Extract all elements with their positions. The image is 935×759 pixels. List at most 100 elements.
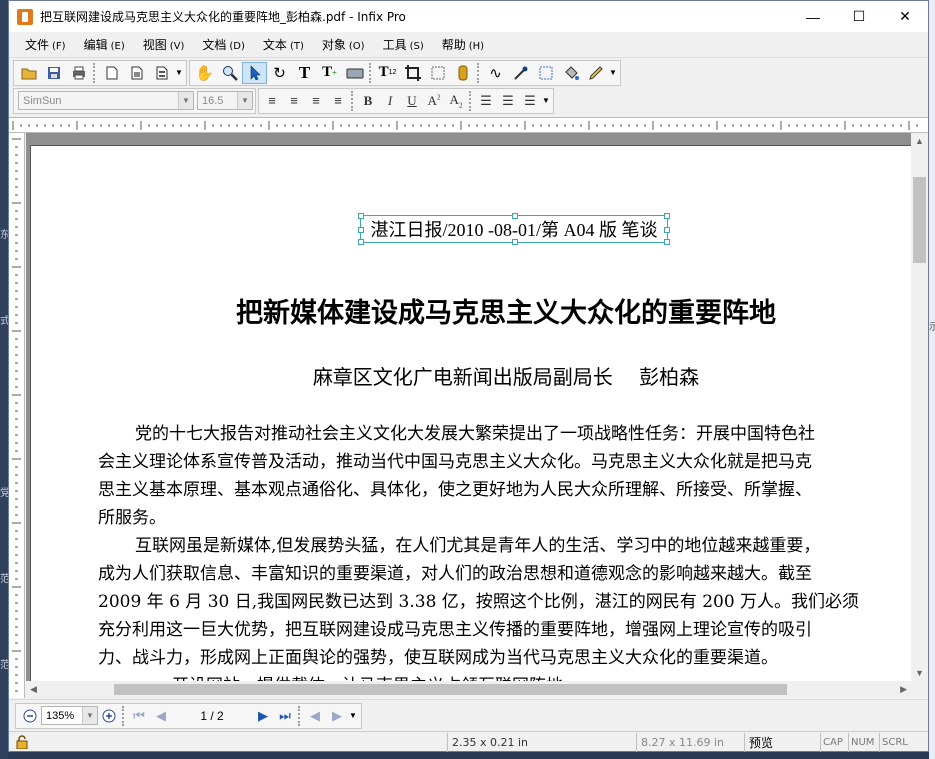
hand-tool-icon[interactable]: ✋ [192, 62, 217, 84]
underline-icon[interactable]: U [401, 90, 423, 112]
scanner-icon[interactable] [342, 62, 367, 84]
vertical-scroll-thumb[interactable] [913, 177, 926, 263]
zoom-out-icon[interactable] [19, 705, 41, 727]
zoom-in-icon[interactable] [98, 705, 120, 727]
scroll-right-arrow-icon[interactable]: ▶ [900, 684, 907, 695]
select-arrow-icon[interactable] [242, 61, 267, 84]
body-line: 开设网站，提供载体，让马克思主义占领互联网阵地。 [98, 672, 898, 681]
menu-file[interactable]: 文件 (F) [15, 36, 74, 53]
pdf-page: 湛江日报/2010 -08-01/第 A04 版 笔谈 把新媒体建设成马克思主义… [30, 145, 911, 681]
menu-text[interactable]: 文本 (T) [253, 36, 312, 53]
back-arrow-icon[interactable]: ◀ [304, 705, 326, 727]
infix-app-icon [17, 8, 33, 25]
align-center-icon[interactable]: ≡ [283, 90, 305, 112]
horizontal-scroll-thumb[interactable] [114, 684, 787, 695]
resize-handle[interactable] [512, 239, 518, 245]
selection-box-icon[interactable] [533, 62, 558, 84]
resize-handle[interactable] [512, 213, 518, 219]
forward-arrow-icon[interactable]: ▶ [326, 705, 348, 727]
open-folder-icon[interactable] [16, 62, 41, 84]
save-icon[interactable] [41, 62, 66, 84]
close-button[interactable]: ✕ [882, 1, 928, 32]
font-size-select[interactable]: 16.5 ▼ [197, 91, 253, 110]
superscript-icon[interactable]: A2 [423, 90, 445, 112]
body-line: 思主义基本原理、基本观点通俗化、具体化，使之更好地为人民大众所理解、所接受、所掌… [98, 480, 812, 500]
zoom-select[interactable]: 135% ▼ [41, 706, 98, 725]
rotate-icon[interactable]: ↻ [267, 62, 292, 84]
body-line: 会主义理论体系宣传普及活动，推动当代中国马克思主义大众化。马克思主义大众化就是把… [98, 452, 812, 472]
line-spacing-medium-icon[interactable]: ☰ [497, 90, 519, 112]
document-canvas[interactable]: 湛江日报/2010 -08-01/第 A04 版 笔谈 把新媒体建设成马克思主义… [26, 133, 911, 681]
align-right-icon[interactable]: ≡ [305, 90, 327, 112]
chevron-down-icon[interactable]: ▼ [541, 96, 551, 105]
last-page-icon[interactable]: ⏭ [274, 705, 296, 727]
page-layout-icon[interactable] [124, 62, 149, 84]
article-title: 把新媒体建设成马克思主义大众化的重要阵地 [236, 298, 776, 329]
path-curve-icon[interactable]: ∿ [483, 62, 508, 84]
body-line: 充分利用这一巨大优势，把互联网建设成马克思主义传播的重要阵地，增强网上理论宣传的… [98, 620, 812, 640]
chevron-down-icon[interactable]: ▼ [608, 68, 618, 77]
print-icon[interactable] [66, 62, 91, 84]
resize-handle[interactable] [664, 227, 670, 233]
scroll-down-arrow-icon[interactable]: ▼ [915, 668, 924, 678]
first-page-icon[interactable]: ⏮ [128, 705, 150, 727]
crop-icon[interactable] [400, 62, 425, 84]
window-title: 把互联网建设成马克思主义大众化的重要阵地_彭柏森.pdf - Infix Pro [40, 10, 406, 24]
chevron-down-icon[interactable]: ▼ [178, 92, 193, 109]
object-frame-icon[interactable] [425, 62, 450, 84]
vertical-ruler[interactable] [9, 133, 25, 698]
resize-handle[interactable] [358, 239, 364, 245]
main-toolbar: ▼ ✋ ↻ T T + T 12 ∿ ▼ [9, 57, 928, 87]
toolbar-divider [122, 705, 126, 726]
text-frame-icon[interactable]: T + [317, 62, 342, 84]
minimize-button[interactable]: — [790, 1, 836, 32]
align-left-icon[interactable]: ≡ [261, 90, 283, 112]
text-numbering-icon[interactable]: T 12 [375, 62, 400, 84]
page-indicator[interactable]: 1 / 2 [172, 709, 252, 723]
menu-bar: 文件 (F) 编辑 (E) 视图 (V) 文档 (D) 文本 (T) 对象 (O) 工具 (S… [9, 32, 928, 57]
resize-handle[interactable] [358, 227, 364, 233]
bold-icon[interactable]: B [357, 90, 379, 112]
window-controls: — ☐ ✕ [790, 1, 928, 32]
menu-help[interactable]: 帮助 (H) [432, 36, 492, 53]
resize-handle[interactable] [664, 239, 670, 245]
font-family-select[interactable]: SimSun ▼ [18, 91, 194, 110]
italic-icon[interactable]: I [379, 90, 401, 112]
toolbar-divider [298, 705, 302, 726]
menu-object[interactable]: 对象 (O) [312, 36, 373, 53]
chevron-down-icon[interactable]: ▼ [174, 68, 184, 77]
resize-handle[interactable] [664, 213, 670, 219]
body-line: 成为人们获取信息、丰富知识的重要渠道，对人们的政治思想和道德观念的影响越来越大。… [98, 564, 812, 584]
horizontal-scrollbar[interactable]: ◀ ▶ [26, 681, 911, 698]
desktop-fragment: 示 [929, 322, 935, 333]
scroll-up-arrow-icon[interactable]: ▲ [915, 136, 924, 146]
text-tool-icon[interactable]: T [292, 62, 317, 84]
menu-tools[interactable]: 工具 (S) [373, 36, 432, 53]
next-page-icon[interactable]: ▶ [252, 705, 274, 727]
view-mode: 预览 [744, 732, 820, 752]
paint-bucket-icon[interactable] [558, 62, 583, 84]
menu-edit[interactable]: 编辑 (E) [74, 36, 133, 53]
horizontal-ruler[interactable] [9, 117, 928, 133]
page-properties-icon[interactable] [149, 62, 174, 84]
chevron-down-icon[interactable]: ▼ [348, 711, 358, 720]
selected-text-frame[interactable]: 湛江日报/2010 -08-01/第 A04 版 笔谈 [358, 213, 670, 245]
line-spacing-double-icon[interactable]: ☰ [519, 90, 541, 112]
scroll-left-arrow-icon[interactable]: ◀ [30, 684, 37, 695]
highlighter-icon[interactable] [583, 62, 608, 84]
new-page-icon[interactable] [99, 62, 124, 84]
resize-handle[interactable] [358, 213, 364, 219]
align-justify-icon[interactable]: ≡ [327, 90, 349, 112]
menu-document[interactable]: 文档 (D) [192, 36, 253, 53]
zoom-tool-icon[interactable] [217, 62, 242, 84]
previous-page-icon[interactable]: ◀ [150, 705, 172, 727]
link-tag-icon[interactable] [450, 62, 475, 84]
subscript-icon[interactable]: A2 [445, 90, 467, 112]
eyedropper-icon[interactable] [508, 62, 533, 84]
line-spacing-single-icon[interactable]: ☰ [475, 90, 497, 112]
maximize-button[interactable]: ☐ [836, 1, 882, 32]
chevron-down-icon[interactable]: ▼ [82, 707, 97, 724]
vertical-scrollbar[interactable]: ▲ ▼ [911, 133, 928, 681]
menu-view[interactable]: 视图 (V) [133, 36, 193, 53]
chevron-down-icon[interactable]: ▼ [237, 92, 252, 109]
